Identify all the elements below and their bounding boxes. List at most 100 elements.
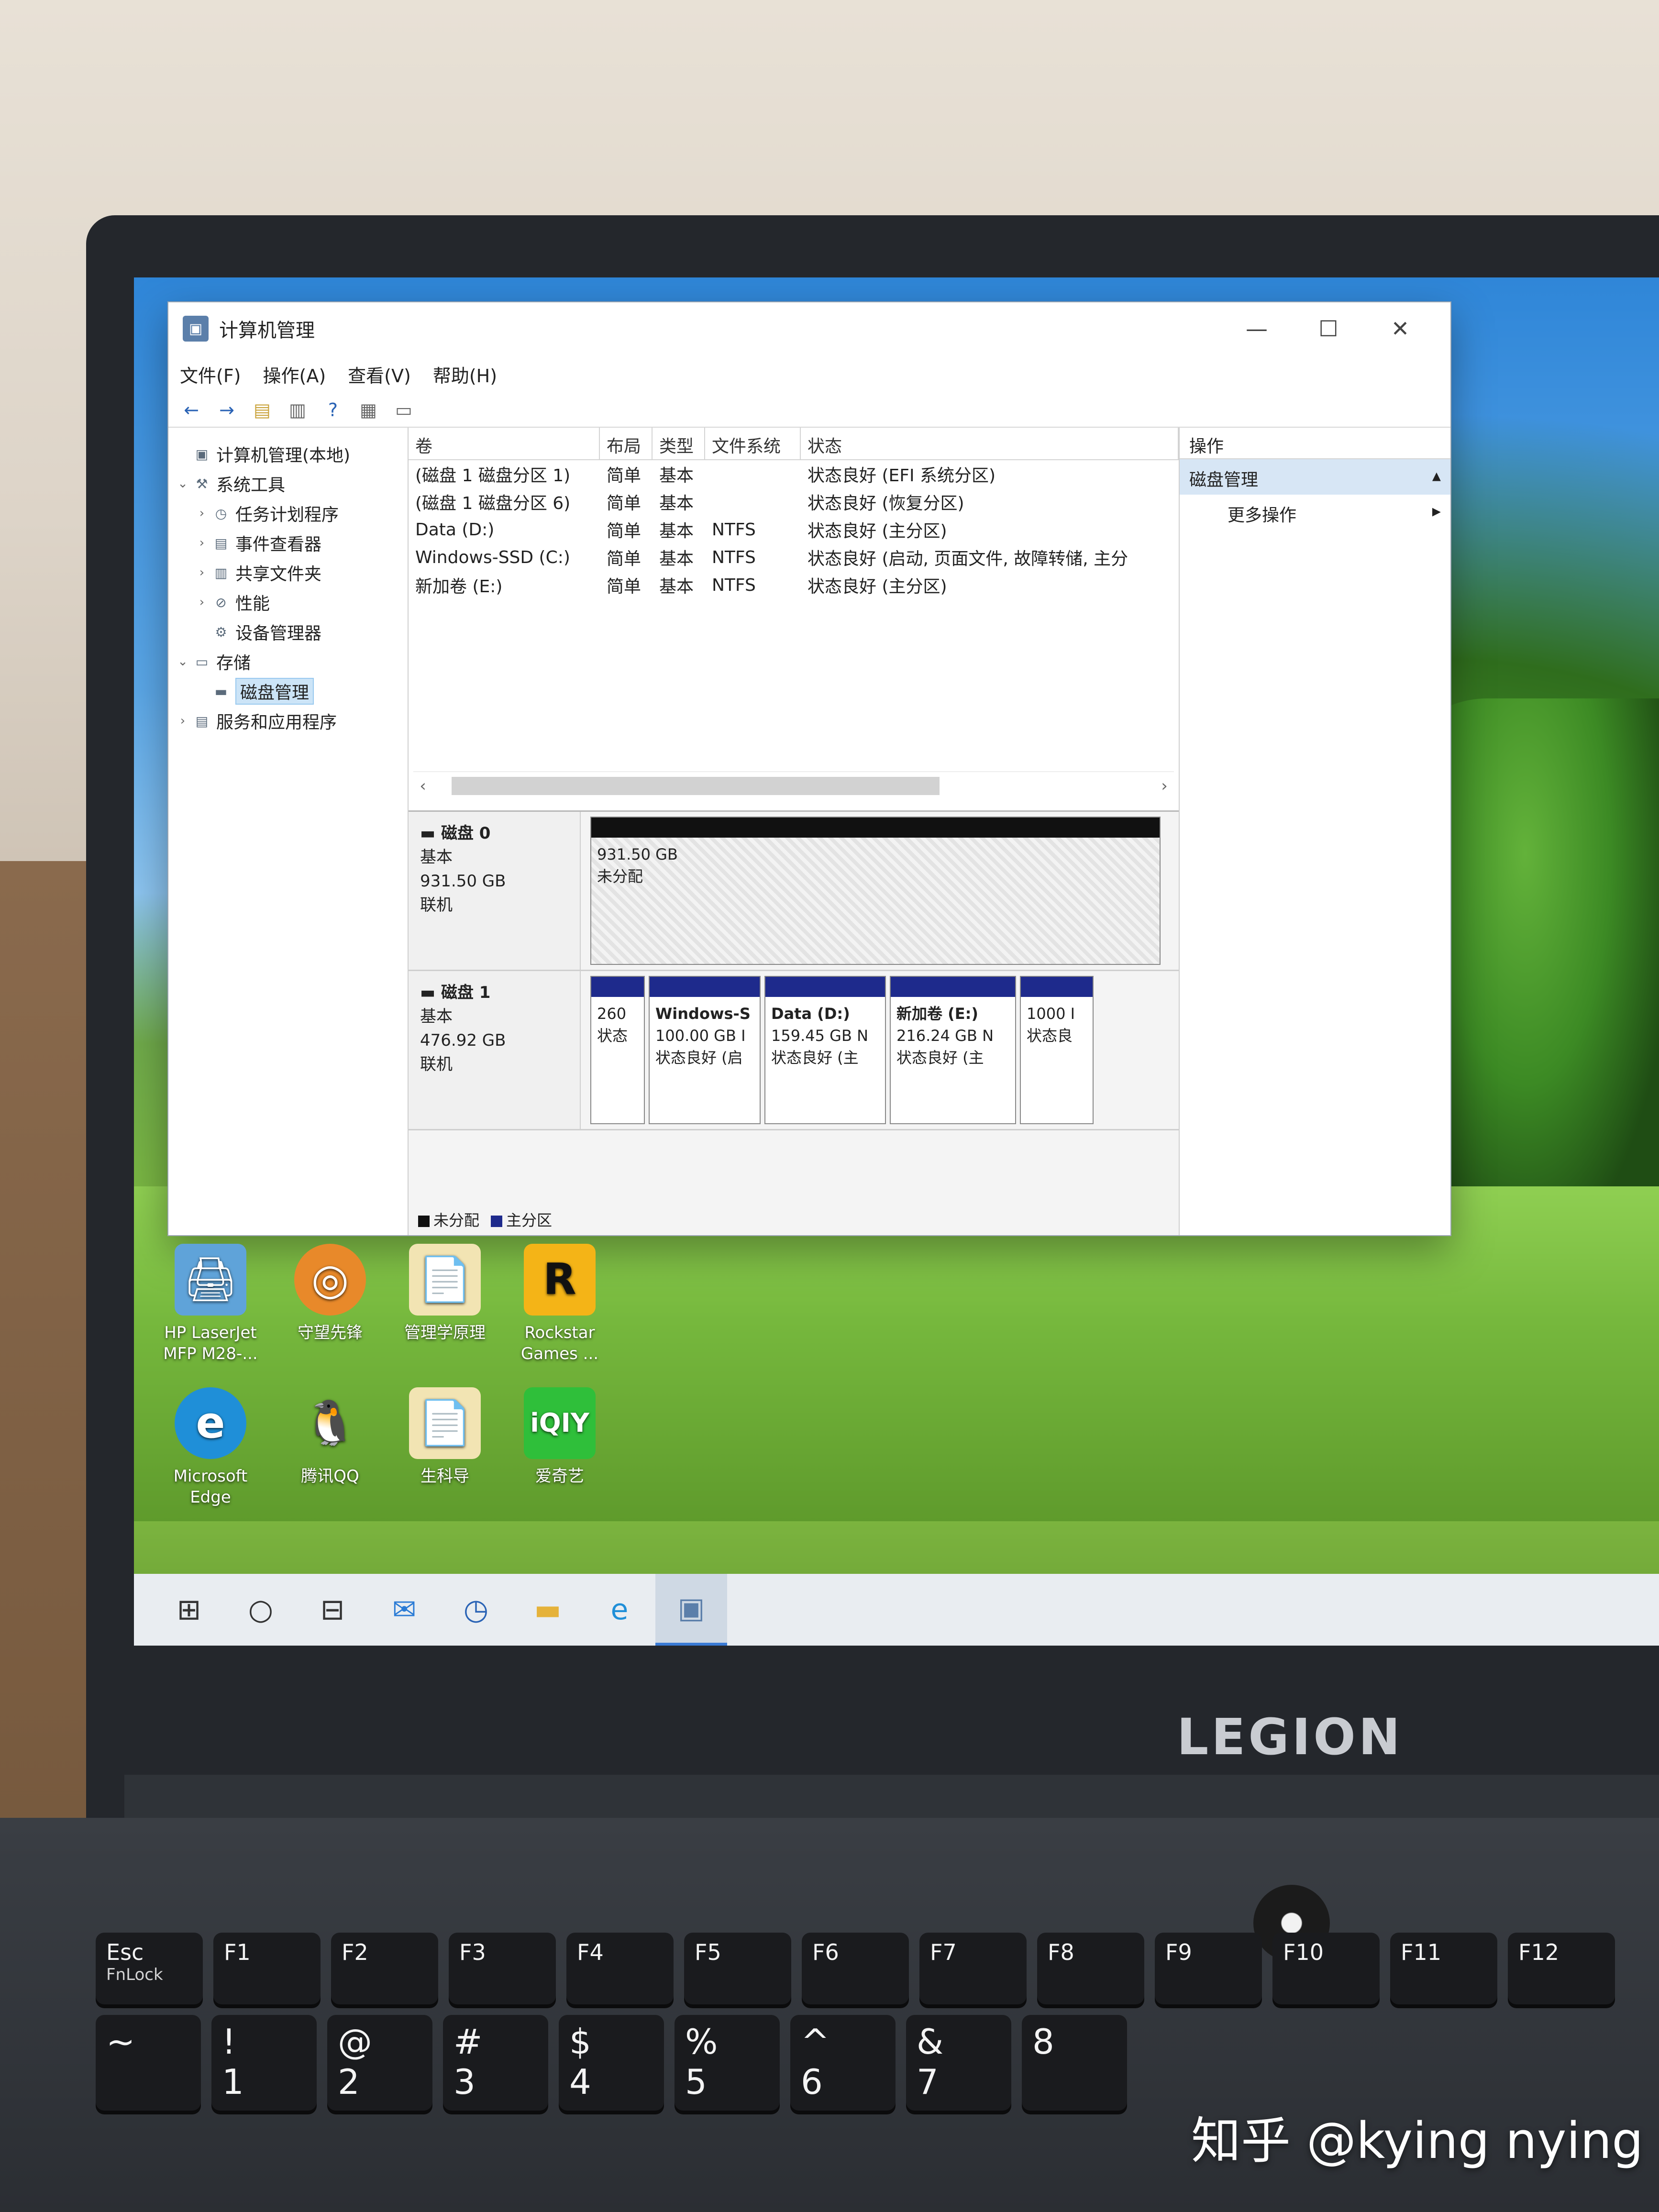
- table-row[interactable]: (磁盘 1 磁盘分区 1) 简单 基本 状态良好 (EFI 系统分区): [409, 460, 1179, 488]
- tree-expander[interactable]: ›: [173, 714, 192, 728]
- actions-section-disk-management[interactable]: 磁盘管理 ▴: [1180, 459, 1450, 495]
- tree-item-event-viewer[interactable]: › ▤ 事件查看器: [168, 528, 408, 558]
- desktop-icon-microsoft-edge[interactable]: e Microsoft Edge: [153, 1387, 268, 1508]
- partition-efi[interactable]: 260 状态: [590, 976, 645, 1124]
- key-f10[interactable]: F10: [1272, 1933, 1380, 2004]
- tree-expander[interactable]: ⌄: [173, 654, 192, 669]
- desktop-icon-bio-intro[interactable]: 📄 生科导: [387, 1387, 502, 1487]
- tree-expander[interactable]: ›: [192, 595, 211, 609]
- menu-view[interactable]: 查看(V): [348, 361, 411, 387]
- column-header-filesystem[interactable]: 文件系统: [705, 428, 801, 459]
- tree-expander[interactable]: ›: [192, 536, 211, 550]
- key-6[interactable]: ^ 6: [790, 2015, 896, 2111]
- key-1[interactable]: ! 1: [211, 2015, 317, 2111]
- up-folder-icon[interactable]: ▤: [249, 398, 276, 422]
- clock-app-icon[interactable]: ◷: [440, 1574, 512, 1646]
- disk-1[interactable]: ▬ 磁盘 1 基本 476.92 GB 联机 260 状态 Windows-S …: [409, 971, 1179, 1130]
- desktop-icon-hp-laserjet[interactable]: 🖨 HP LaserJet MFP M28-...: [153, 1244, 268, 1364]
- tree-item-computer-management[interactable]: ▣ 计算机管理(本地): [168, 439, 408, 469]
- disk-0[interactable]: ▬ 磁盘 0 基本 931.50 GB 联机 931.50 GB 未分配: [409, 812, 1179, 971]
- tree-item-services-applications[interactable]: › ▤ 服务和应用程序: [168, 706, 408, 736]
- key-7[interactable]: & 7: [906, 2015, 1011, 2111]
- column-header-layout[interactable]: 布局: [600, 428, 653, 459]
- scroll-right-icon[interactable]: ›: [1155, 776, 1174, 796]
- key-5[interactable]: % 5: [675, 2015, 780, 2111]
- tree-expander[interactable]: ›: [192, 565, 211, 580]
- tree-expander[interactable]: ⌄: [173, 476, 192, 491]
- scrollbar-thumb[interactable]: [452, 777, 940, 795]
- horizontal-scrollbar[interactable]: ‹ ›: [413, 771, 1174, 800]
- key-f1[interactable]: F1: [213, 1933, 321, 2004]
- show-hide-tree-icon[interactable]: ▥: [284, 398, 311, 422]
- key-f3[interactable]: F3: [449, 1933, 556, 2004]
- edge-taskbar-icon[interactable]: e: [584, 1574, 655, 1646]
- search-circle-icon[interactable]: ○: [225, 1574, 297, 1646]
- key-f6[interactable]: F6: [802, 1933, 909, 2004]
- more-actions-item[interactable]: 更多操作 ▸: [1180, 495, 1450, 530]
- minimize-button[interactable]: —: [1221, 316, 1293, 342]
- computer-management-window[interactable]: ▣ 计算机管理 — ☐ ✕ 文件(F) 操作(A) 查看(V) 帮助(H) ← …: [167, 301, 1451, 1236]
- partition-windows-ssd[interactable]: Windows-S 100.00 GB I 状态良好 (启: [649, 976, 761, 1124]
- tree-item-device-manager[interactable]: ⚙ 设备管理器: [168, 617, 408, 647]
- key-8[interactable]: 8: [1022, 2015, 1127, 2111]
- key-esc[interactable]: Esc FnLock: [96, 1933, 203, 2004]
- disk-0-label[interactable]: ▬ 磁盘 0 基本 931.50 GB 联机: [409, 812, 581, 970]
- help-icon[interactable]: ?: [320, 398, 346, 422]
- table-row[interactable]: (磁盘 1 磁盘分区 6) 简单 基本 状态良好 (恢复分区): [409, 488, 1179, 516]
- table-row[interactable]: Data (D:) 简单 基本 NTFS 状态良好 (主分区): [409, 516, 1179, 543]
- tree-item-performance[interactable]: › ⊘ 性能: [168, 587, 408, 617]
- maximize-button[interactable]: ☐: [1293, 316, 1364, 342]
- key-2[interactable]: @2: [327, 2015, 432, 2111]
- key-4[interactable]: $4: [559, 2015, 664, 2111]
- partition-recovery[interactable]: 1000 I 状态良: [1020, 976, 1094, 1124]
- disk-1-label[interactable]: ▬ 磁盘 1 基本 476.92 GB 联机: [409, 971, 581, 1129]
- menu-action[interactable]: 操作(A): [263, 361, 326, 387]
- tree-item-task-scheduler[interactable]: › ◷ 任务计划程序: [168, 498, 408, 528]
- table-row[interactable]: 新加卷 (E:) 简单 基本 NTFS 状态良好 (主分区): [409, 571, 1179, 599]
- task-view-icon[interactable]: ⊟: [297, 1574, 368, 1646]
- cell-volume: 新加卷 (E:): [415, 577, 503, 597]
- desktop-icon-tencent-qq[interactable]: 🐧 腾讯QQ: [273, 1387, 387, 1487]
- column-header-type[interactable]: 类型: [653, 428, 705, 459]
- column-header-status[interactable]: 状态: [801, 428, 1179, 459]
- scroll-left-icon[interactable]: ‹: [413, 776, 432, 796]
- start-windows-icon[interactable]: ⊞: [153, 1574, 225, 1646]
- desktop-icon-overwatch[interactable]: ◎ 守望先锋: [273, 1244, 387, 1343]
- table-row[interactable]: Windows-SSD (C:) 简单 基本 NTFS 状态良好 (启动, 页面…: [409, 543, 1179, 571]
- key-tilde[interactable]: ~: [96, 2015, 201, 2111]
- column-header-volume[interactable]: 卷: [409, 428, 600, 459]
- back-arrow-icon[interactable]: ←: [178, 398, 205, 422]
- key-f5[interactable]: F5: [684, 1933, 791, 2004]
- key-f8[interactable]: F8: [1037, 1933, 1144, 2004]
- menu-help[interactable]: 帮助(H): [433, 361, 497, 387]
- key-f7[interactable]: F7: [919, 1933, 1027, 2004]
- desktop-icon-management-principles[interactable]: 📄 管理学原理: [387, 1244, 502, 1343]
- tree-item-storage[interactable]: ⌄ ▭ 存储: [168, 647, 408, 676]
- tree-item-shared-folders[interactable]: › ▥ 共享文件夹: [168, 558, 408, 587]
- file-explorer-icon[interactable]: ▬: [512, 1574, 584, 1646]
- mail-icon[interactable]: ✉: [368, 1574, 440, 1646]
- key-f4[interactable]: F4: [566, 1933, 674, 2004]
- close-button[interactable]: ✕: [1364, 316, 1436, 342]
- key-f12[interactable]: F12: [1508, 1933, 1615, 2004]
- collapse-icon[interactable]: ▴: [1432, 466, 1441, 488]
- partition-body: Windows-S 100.00 GB I 状态良好 (启: [650, 997, 760, 1074]
- desktop-icon-rockstar-games[interactable]: R Rockstar Games ...: [502, 1244, 617, 1364]
- key-f2[interactable]: F2: [331, 1933, 438, 2004]
- key-f9[interactable]: F9: [1155, 1933, 1262, 2004]
- tree-item-disk-management[interactable]: ▬ 磁盘管理: [168, 676, 408, 706]
- forward-arrow-icon[interactable]: →: [213, 398, 240, 422]
- properties-icon[interactable]: ▦: [355, 398, 382, 422]
- menu-file[interactable]: 文件(F): [180, 361, 241, 387]
- partition-unallocated[interactable]: 931.50 GB 未分配: [590, 817, 1161, 965]
- title-bar[interactable]: ▣ 计算机管理 — ☐ ✕: [168, 302, 1450, 355]
- key-3[interactable]: #3: [443, 2015, 548, 2111]
- key-f11[interactable]: F11: [1390, 1933, 1497, 2004]
- tree-expander[interactable]: ›: [192, 506, 211, 520]
- partition-new-volume-e[interactable]: 新加卷 (E:) 216.24 GB N 状态良好 (主: [890, 976, 1016, 1124]
- partition-data-d[interactable]: Data (D:) 159.45 GB N 状态良好 (主: [764, 976, 886, 1124]
- tree-item-system-tools[interactable]: ⌄ ⚒ 系统工具: [168, 469, 408, 498]
- desktop-icon-iqiyi[interactable]: iQIY 爱奇艺: [502, 1387, 617, 1487]
- computer-management-taskbar-icon[interactable]: ▣: [655, 1574, 727, 1646]
- console-icon[interactable]: ▭: [390, 398, 417, 422]
